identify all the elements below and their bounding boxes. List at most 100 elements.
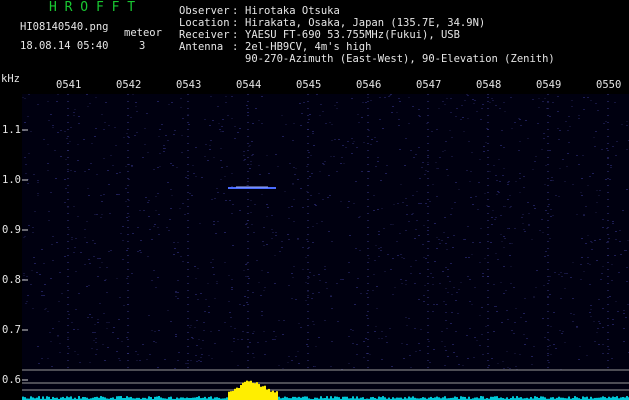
noise-speck	[252, 353, 254, 354]
noise-speck	[201, 177, 203, 178]
noise-speck	[116, 278, 118, 279]
noise-speck	[212, 259, 214, 260]
noise-speck	[535, 156, 537, 157]
noise-speck	[297, 238, 299, 239]
noise-speck	[367, 97, 369, 98]
noise-speck	[449, 130, 451, 131]
noise-speck	[418, 147, 420, 148]
noise-speck	[157, 193, 159, 194]
meteor-echo	[228, 186, 276, 189]
noise-speck	[106, 292, 108, 293]
noise-speck	[272, 339, 274, 340]
noise-speck	[460, 119, 462, 120]
noise-speck	[119, 360, 121, 361]
noise-speck	[508, 181, 510, 182]
noise-speck	[329, 195, 331, 196]
noise-speck	[507, 182, 509, 183]
noise-speck	[583, 271, 585, 272]
noise-speck	[432, 277, 434, 278]
noise-speck	[534, 208, 536, 209]
noise-speck	[164, 359, 166, 360]
noise-speck	[92, 332, 94, 333]
noise-speck	[166, 227, 168, 228]
noise-speck	[416, 220, 418, 221]
noise-speck	[104, 360, 106, 361]
noise-speck	[324, 161, 326, 162]
noise-speck	[424, 174, 426, 175]
noise-speck	[587, 235, 589, 236]
noise-speck	[548, 204, 550, 205]
noise-speck	[252, 292, 254, 293]
noise-speck	[144, 128, 146, 129]
noise-speck	[157, 277, 159, 278]
noise-speck	[334, 105, 336, 106]
noise-speck	[293, 199, 295, 200]
noise-speck	[121, 341, 123, 342]
noise-speck	[583, 215, 585, 216]
noise-speck	[528, 225, 530, 226]
noise-speck	[356, 344, 358, 345]
noise-speck	[77, 144, 79, 145]
noise-speck	[119, 297, 121, 298]
trace-bar	[158, 396, 160, 400]
noise-speck	[293, 266, 295, 267]
noise-speck	[422, 162, 424, 163]
noise-speck	[394, 287, 396, 288]
noise-speck	[387, 254, 389, 255]
noise-speck	[502, 175, 504, 176]
noise-speck	[331, 124, 333, 125]
noise-speck	[60, 156, 62, 157]
noise-speck	[600, 279, 602, 280]
trace-bar	[320, 396, 322, 400]
noise-speck	[220, 148, 222, 149]
noise-speck	[522, 223, 524, 224]
noise-speck	[37, 180, 39, 181]
noise-speck	[352, 343, 354, 344]
noise-speck	[145, 197, 147, 198]
noise-speck	[137, 251, 139, 252]
noise-speck	[271, 229, 273, 230]
noise-speck	[623, 313, 625, 314]
noise-speck	[441, 240, 443, 241]
noise-speck	[94, 332, 96, 333]
noise-speck	[352, 143, 354, 144]
noise-speck	[614, 255, 616, 256]
noise-speck	[230, 326, 232, 327]
noise-speck	[447, 356, 449, 357]
trace-bar	[334, 396, 336, 400]
noise-speck	[266, 155, 268, 156]
noise-speck	[97, 258, 99, 259]
noise-speck	[439, 243, 441, 244]
noise-speck	[67, 337, 69, 338]
noise-speck	[306, 191, 308, 192]
trace-bar	[258, 384, 260, 400]
noise-speck	[198, 360, 200, 361]
noise-speck	[157, 367, 159, 368]
noise-speck	[318, 193, 320, 194]
noise-speck	[110, 250, 112, 251]
noise-speck	[410, 150, 412, 151]
noise-speck	[542, 101, 544, 102]
noise-speck	[64, 131, 66, 132]
noise-speck	[189, 193, 191, 194]
noise-speck	[79, 362, 81, 363]
noise-speck	[258, 120, 260, 121]
antenna-key: Antenna	[179, 41, 224, 53]
noise-speck	[510, 266, 512, 267]
noise-speck	[126, 217, 128, 218]
noise-speck	[291, 298, 293, 299]
noise-speck	[519, 119, 521, 120]
noise-speck	[433, 349, 435, 350]
noise-speck	[568, 142, 570, 143]
noise-speck	[455, 300, 457, 301]
noise-speck	[258, 282, 260, 283]
noise-speck	[132, 233, 134, 234]
noise-speck	[216, 281, 218, 282]
noise-speck	[65, 159, 67, 160]
noise-speck	[385, 173, 387, 174]
noise-speck	[41, 358, 43, 359]
noise-speck	[589, 284, 591, 285]
noise-speck	[603, 123, 605, 124]
noise-speck	[550, 354, 552, 355]
noise-speck	[532, 99, 534, 100]
